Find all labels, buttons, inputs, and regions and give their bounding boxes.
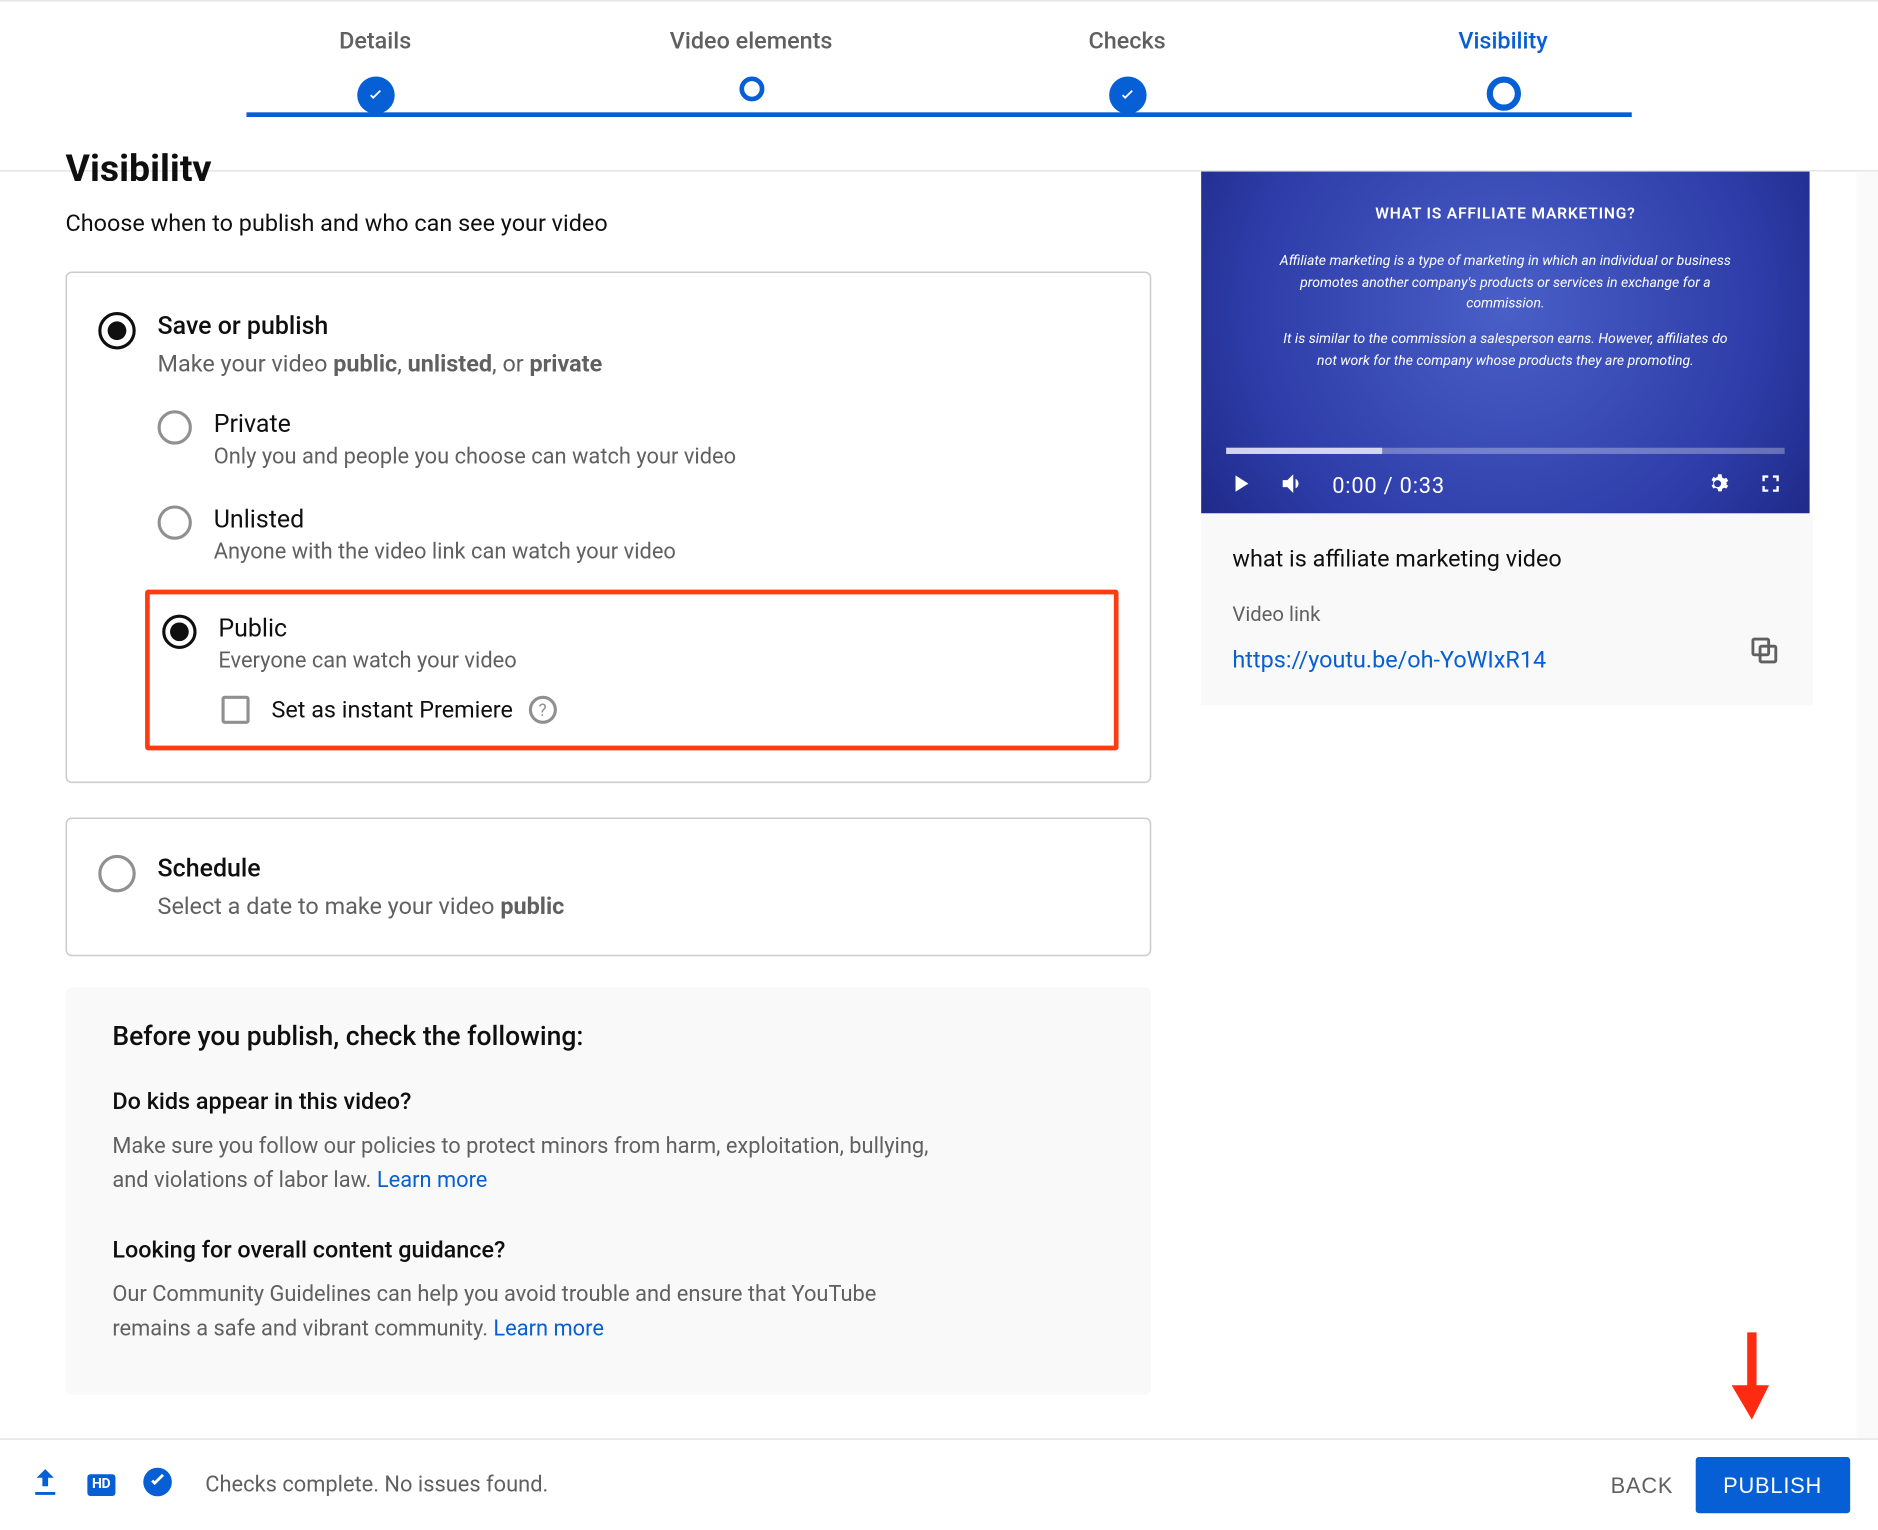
step-details[interactable]: Details — [187, 27, 563, 114]
option-title: Private — [214, 409, 736, 439]
video-progress[interactable] — [1226, 448, 1784, 454]
step-dot-icon — [1486, 76, 1520, 110]
scrollbar[interactable] — [1856, 172, 1878, 1439]
back-button[interactable]: BACK — [1589, 1456, 1695, 1512]
check-circle-icon — [140, 1464, 174, 1505]
option-title: Public — [218, 613, 516, 643]
video-link[interactable]: https://youtu.be/oh-YoWIxR14 — [1232, 646, 1546, 674]
radio-icon — [158, 410, 192, 444]
public-highlight: Public Everyone can watch your video Set… — [145, 590, 1118, 751]
preview-text: Affiliate marketing is a type of marketi… — [1279, 253, 1731, 316]
video-preview[interactable]: WHAT IS AFFILIATE MARKETING? Affiliate m… — [1201, 172, 1809, 514]
option-desc: Anyone with the video link can watch you… — [214, 540, 676, 565]
copy-icon[interactable] — [1747, 634, 1781, 675]
radio-icon — [98, 312, 135, 349]
premiere-label: Set as instant Premiere — [271, 696, 512, 724]
radio-icon — [98, 855, 135, 892]
preview-headline: WHAT IS AFFILIATE MARKETING? — [1201, 206, 1809, 223]
bp-text: Our Community Guidelines can help you av… — [112, 1280, 954, 1348]
option-desc: Only you and people you choose can watch… — [214, 445, 736, 470]
upload-icon — [28, 1464, 62, 1505]
step-label: Details — [339, 27, 411, 55]
learn-more-link[interactable]: Learn more — [493, 1317, 603, 1342]
stepper-bar: Details Video elements Checks Visibility — [0, 0, 1878, 172]
hd-badge: HD — [87, 1473, 114, 1495]
option-title: Schedule — [158, 853, 565, 883]
bp-question-guidance: Looking for overall content guidance? — [112, 1236, 1104, 1264]
bp-question-kids: Do kids appear in this video? — [112, 1087, 1104, 1115]
bp-text: Make sure you follow our policies to pro… — [112, 1131, 954, 1199]
step-dot-icon — [739, 76, 764, 101]
page-subtitle: Choose when to publish and who can see y… — [66, 209, 1152, 237]
video-link-label: Video link — [1232, 604, 1781, 627]
footer-status: Checks complete. No issues found. — [205, 1472, 548, 1497]
schedule-radio[interactable]: Schedule Select a date to make your vide… — [98, 853, 1118, 920]
option-desc: Select a date to make your video public — [158, 892, 565, 920]
check-icon — [356, 76, 393, 113]
gear-icon[interactable] — [1704, 470, 1732, 504]
visibility-unlisted-radio[interactable]: Unlisted Anyone with the video link can … — [158, 504, 1119, 565]
save-or-publish-card: Save or publish Make your video public, … — [66, 271, 1152, 783]
page-title: Visibility — [66, 153, 1152, 181]
step-label: Video elements — [670, 27, 833, 55]
video-time: 0:00 / 0:33 — [1332, 475, 1445, 500]
instant-premiere-checkbox[interactable]: Set as instant Premiere ? — [222, 696, 1099, 724]
bp-heading: Before you publish, check the following: — [112, 1022, 1104, 1053]
visibility-public-radio[interactable]: Public Everyone can watch your video — [162, 613, 1098, 674]
step-label: Visibility — [1458, 27, 1547, 55]
learn-more-link[interactable]: Learn more — [377, 1168, 487, 1193]
volume-icon[interactable] — [1279, 470, 1307, 504]
play-icon[interactable] — [1226, 470, 1254, 504]
before-publish-panel: Before you publish, check the following:… — [66, 987, 1152, 1394]
step-video-elements[interactable]: Video elements — [563, 27, 939, 102]
option-desc: Make your video public, unlisted, or pri… — [158, 349, 603, 377]
help-icon[interactable]: ? — [528, 696, 556, 724]
check-icon — [1108, 76, 1145, 113]
video-filename: what is affiliate marketing video — [1232, 545, 1781, 573]
option-desc: Everyone can watch your video — [218, 649, 516, 674]
visibility-private-radio[interactable]: Private Only you and people you choose c… — [158, 409, 1119, 470]
footer-bar: HD Checks complete. No issues found. BAC… — [0, 1438, 1878, 1528]
annotation-arrow-icon — [1732, 1332, 1773, 1426]
video-meta: what is affiliate marketing video Video … — [1201, 514, 1813, 706]
radio-icon — [158, 505, 192, 539]
step-visibility[interactable]: Visibility — [1315, 27, 1691, 111]
step-checks[interactable]: Checks — [939, 27, 1315, 114]
fullscreen-icon[interactable] — [1757, 470, 1785, 504]
radio-icon — [162, 615, 196, 649]
checkbox-icon — [222, 696, 250, 724]
publish-button[interactable]: PUBLISH — [1695, 1456, 1850, 1512]
step-label: Checks — [1088, 27, 1165, 55]
preview-text: It is similar to the commission a salesp… — [1279, 331, 1731, 373]
option-title: Unlisted — [214, 504, 676, 534]
save-or-publish-radio[interactable]: Save or publish Make your video public, … — [98, 310, 1118, 377]
schedule-card: Schedule Select a date to make your vide… — [66, 817, 1152, 956]
option-title: Save or publish — [158, 310, 603, 340]
